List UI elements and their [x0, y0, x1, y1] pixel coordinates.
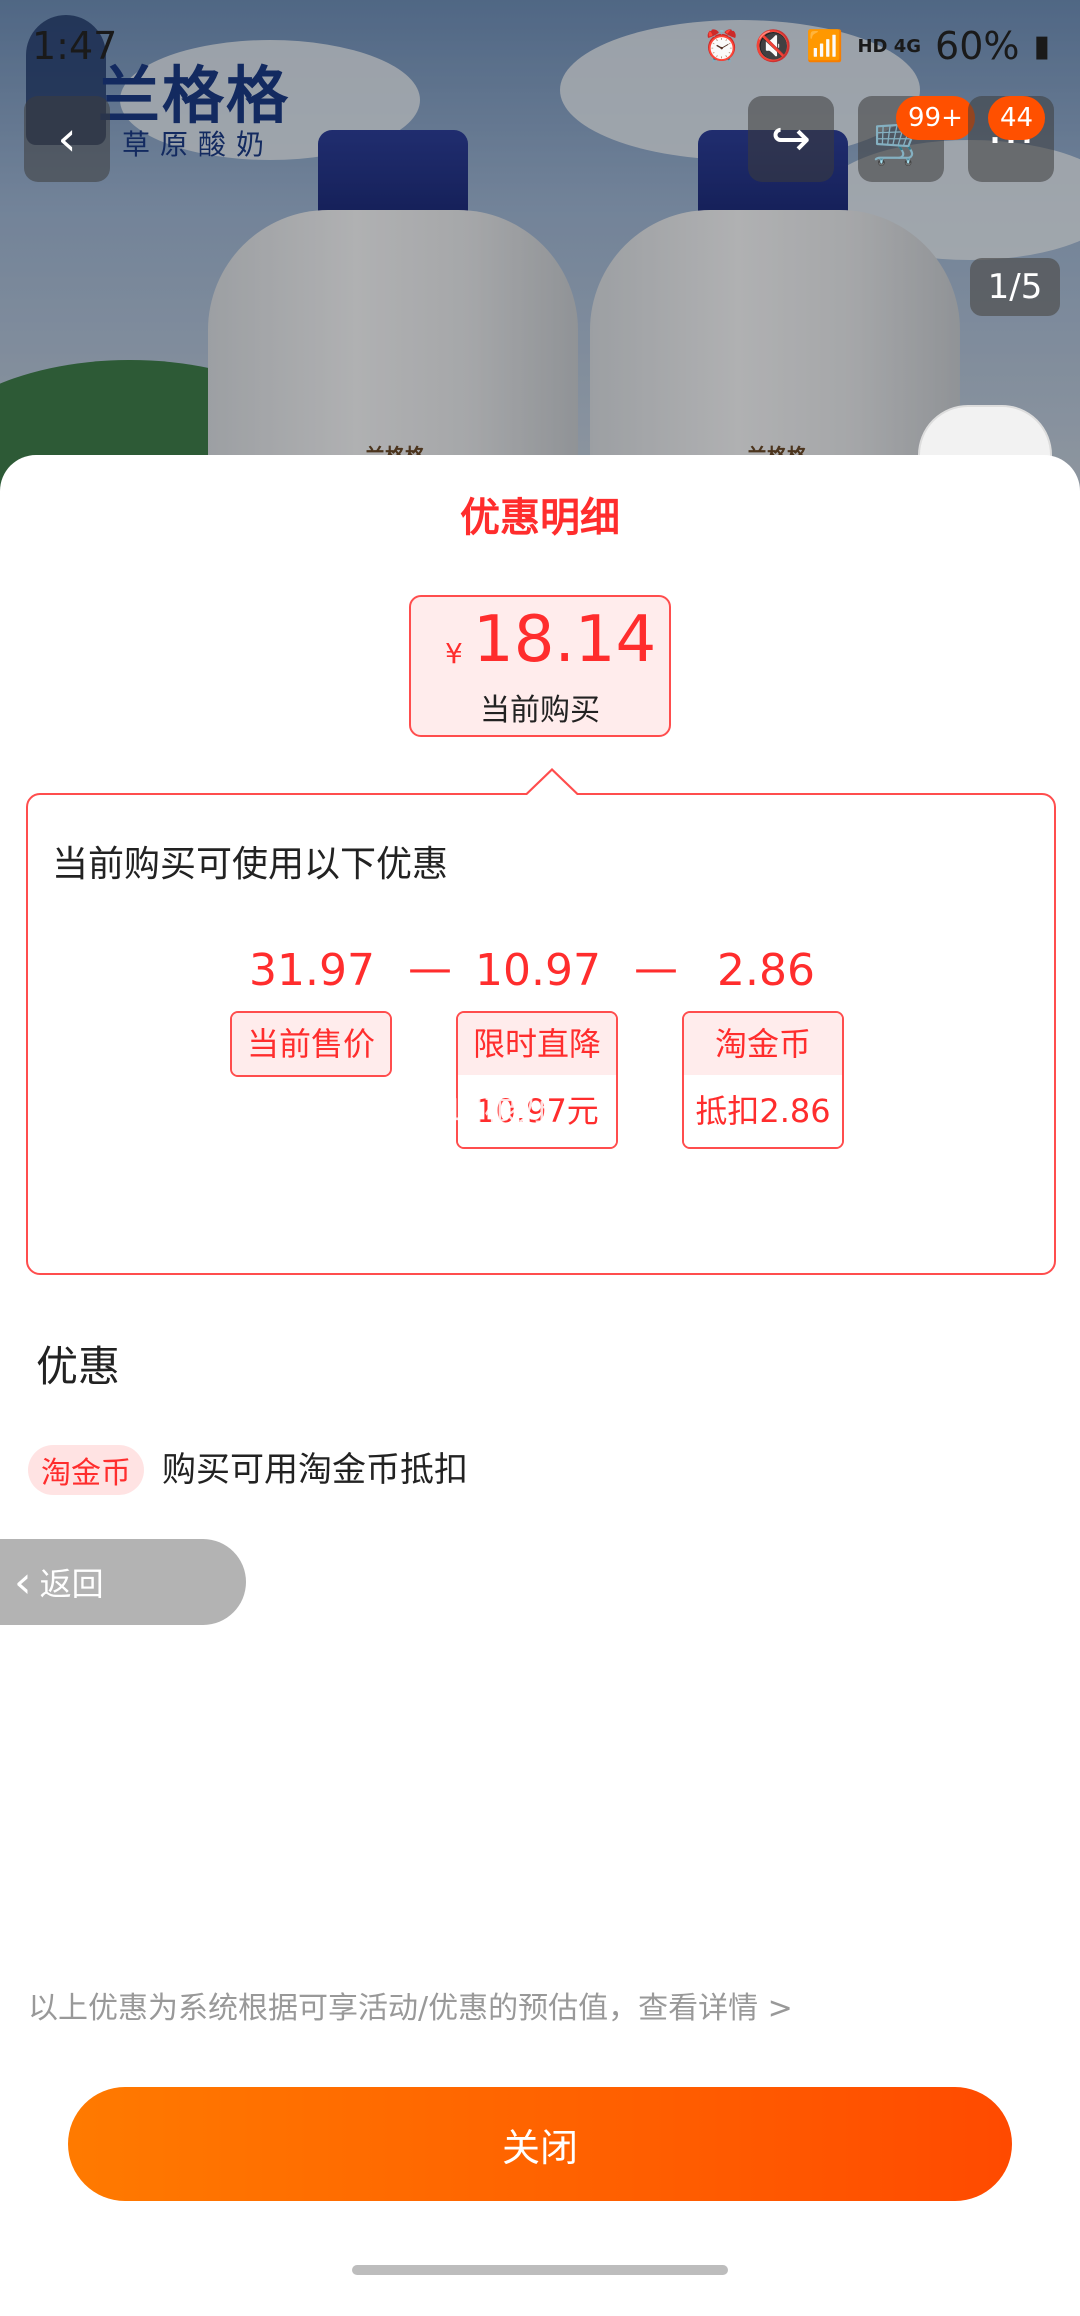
share-icon: ↪ — [770, 111, 812, 167]
mute-icon: 🔇 — [754, 28, 793, 64]
taojinbi-offer-text: 购买可用淘金币抵扣 — [162, 1450, 468, 1490]
minus-operator: — — [634, 943, 678, 994]
price-value: 31.97 — [249, 945, 375, 996]
chevron-left-icon: ‹ — [14, 1556, 32, 1608]
tag-label: 淘金币 — [684, 1013, 842, 1075]
discount-detail-sheet: 优惠明细 ¥ 18.14 当前购买 当前购买可使用以下优惠 31.97 — 10… — [0, 455, 1080, 2316]
breakdown-panel: 当前购买可使用以下优惠 31.97 — 10.97 — 2.86 当前售价 限时… — [26, 768, 1056, 1275]
current-price-box: ¥ 18.14 当前购买 — [409, 595, 671, 737]
tag-label: 限时直降 — [458, 1013, 616, 1075]
estimate-footnote-link[interactable]: 以上优惠为系统根据可享活动/优惠的预估值，查看详情 > — [28, 1983, 793, 2027]
breakdown-heading: 当前购买可使用以下优惠 — [52, 844, 449, 885]
return-label: 返回 — [39, 1565, 104, 1603]
status-time: 1:47 — [32, 24, 118, 68]
chevron-left-icon: ‹ — [57, 111, 77, 167]
close-button[interactable]: 关闭 — [68, 2087, 1012, 2201]
return-button[interactable]: ‹ 返回 — [0, 1539, 246, 1625]
price-value: 2.86 — [717, 945, 815, 996]
cart-badge: 99+ — [896, 96, 975, 140]
tag-taojinbi: 淘金币 抵扣2.86 — [682, 1011, 844, 1149]
watermark: 山根好 — [450, 1089, 552, 1129]
home-indicator[interactable] — [352, 2265, 728, 2275]
tag-label: 当前售价 — [232, 1013, 390, 1075]
back-arrow-button[interactable]: ‹ — [24, 96, 110, 182]
share-button[interactable]: ↪ — [748, 96, 834, 182]
image-page-indicator: 1/5 — [970, 258, 1060, 316]
wifi-icon: 📶 — [806, 28, 844, 64]
sheet-title: 优惠明细 — [460, 495, 620, 541]
current-price: 18.14 — [473, 603, 657, 677]
battery-icon: ▮ — [1033, 28, 1050, 64]
alarm-icon: ⏰ — [703, 28, 741, 64]
price-value: 10.97 — [475, 945, 601, 996]
message-badge: 44 — [988, 96, 1046, 140]
battery-level: 60% — [935, 24, 1020, 68]
offers-section-title: 优惠 — [36, 1342, 121, 1391]
minus-operator: — — [408, 943, 452, 994]
current-price-label: 当前购买 — [480, 693, 600, 728]
network-type: HD 4G — [857, 35, 922, 57]
currency-symbol: ¥ — [445, 637, 463, 670]
taojinbi-tag: 淘金币 — [28, 1445, 144, 1495]
status-bar: 1:47 ⏰ 🔇 📶 HD 4G 60% ▮ — [0, 0, 1080, 90]
tag-current-price: 当前售价 — [230, 1011, 392, 1077]
tag-value: 抵扣2.86 — [684, 1075, 842, 1147]
